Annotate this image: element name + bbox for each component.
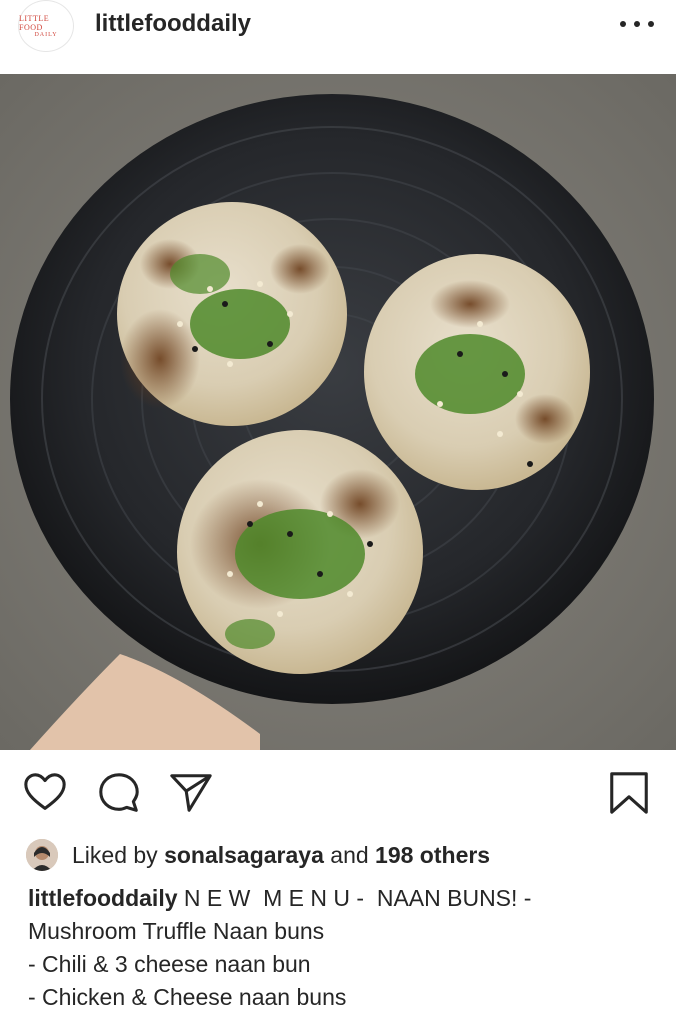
caption-line-4: - Chicken & Cheese naan buns (28, 984, 347, 1010)
more-options-icon[interactable] (620, 16, 654, 32)
bookmark-icon[interactable] (606, 770, 652, 816)
post-header: LITTLE FOOD DAILY littlefooddaily (0, 0, 676, 74)
post-image[interactable] (0, 74, 676, 750)
avatar-logo-top: LITTLE FOOD (19, 13, 50, 32)
caption-author[interactable]: littlefooddaily (28, 885, 178, 911)
caption-line-1: littlefooddaily N E W M E N U - NAAN BUN… (28, 882, 658, 915)
send-icon[interactable] (168, 770, 214, 816)
comment-icon[interactable] (96, 770, 142, 816)
liker-avatar[interactable] (26, 839, 58, 871)
likes-middle: and (330, 841, 369, 868)
post-caption: littlefooddaily N E W M E N U - NAAN BUN… (28, 882, 658, 1014)
caption-text-1: N E W M E N U - NAAN BUNS! - (183, 885, 532, 911)
likes-row: Liked by sonalsagaraya and 198 others (26, 838, 490, 872)
liker-username[interactable]: sonalsagaraya (164, 842, 324, 868)
heart-icon[interactable] (22, 770, 68, 816)
likes-prefix: Liked by (72, 841, 158, 868)
caption-line-3: - Chili & 3 cheese naan bun (28, 951, 311, 977)
caption-line-2: Mushroom Truffle Naan buns (28, 918, 325, 944)
action-bar (0, 750, 676, 836)
profile-avatar[interactable]: LITTLE FOOD DAILY (18, 0, 74, 52)
likes-summary[interactable]: Liked by sonalsagaraya and 198 others (72, 842, 490, 869)
avatar-logo-bottom: DAILY (34, 31, 58, 38)
likes-others[interactable]: 198 others (375, 842, 490, 868)
post-username[interactable]: littlefooddaily (95, 10, 251, 38)
